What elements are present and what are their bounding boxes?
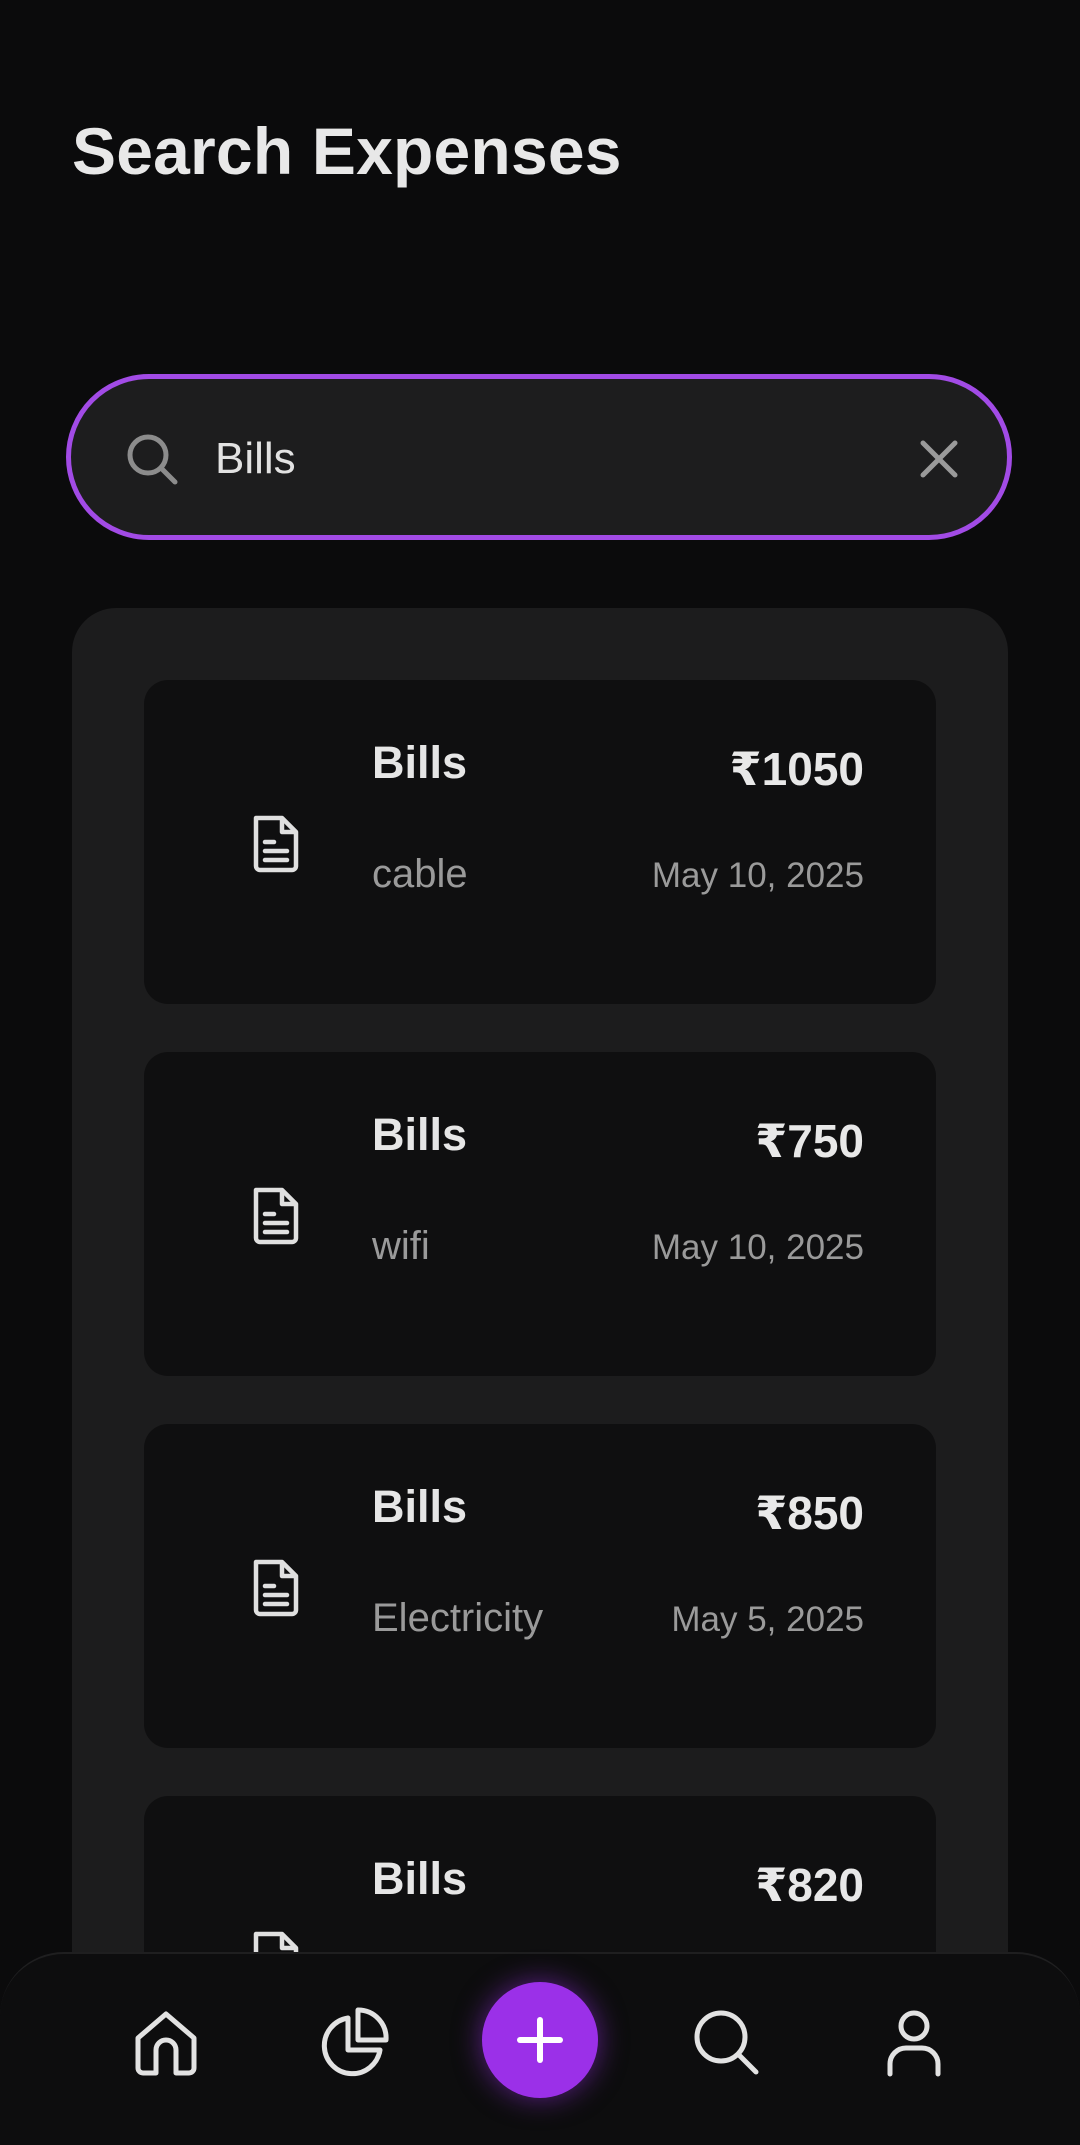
- pie-chart-icon[interactable]: [316, 2004, 392, 2080]
- document-icon: [253, 815, 299, 873]
- expense-card[interactable]: Bills ₹1050 cable May 10, 2025: [144, 680, 936, 1004]
- user-icon[interactable]: [876, 2004, 952, 2080]
- expense-amount: ₹750: [755, 1115, 864, 1167]
- expense-card[interactable]: Bills ₹850 Electricity May 5, 2025: [144, 1424, 936, 1748]
- expense-amount: ₹1050: [729, 743, 864, 795]
- expense-note: cable: [372, 852, 468, 896]
- expense-date: May 5, 2025: [671, 1600, 864, 1639]
- search-input[interactable]: [215, 419, 865, 499]
- document-icon: [253, 1187, 299, 1245]
- expense-card[interactable]: Bills ₹750 wifi May 10, 2025: [144, 1052, 936, 1376]
- expense-category: Bills: [372, 1481, 468, 1532]
- add-expense-button[interactable]: [482, 1982, 598, 2098]
- expense-date: May 10, 2025: [651, 856, 864, 895]
- expense-note: wifi: [372, 1224, 430, 1268]
- expense-category: Bills: [372, 737, 468, 788]
- plus-icon: [517, 2017, 563, 2063]
- expense-date: May 10, 2025: [651, 1228, 864, 1267]
- search-bar[interactable]: [66, 374, 1012, 540]
- search-icon: [127, 434, 178, 485]
- search-icon[interactable]: [688, 2004, 764, 2080]
- document-icon: [253, 1559, 299, 1617]
- expense-category: Bills: [372, 1109, 468, 1160]
- bottom-navigation: [0, 1952, 1080, 2145]
- expense-amount: ₹850: [755, 1487, 864, 1539]
- expense-category: Bills: [372, 1853, 468, 1904]
- expense-note: Electricity: [372, 1596, 544, 1640]
- results-list: Bills ₹1050 cable May 10, 2025 Bills ₹75…: [72, 608, 1008, 2120]
- page-title: Search Expenses: [72, 114, 622, 188]
- close-icon[interactable]: [917, 437, 961, 481]
- expense-amount: ₹820: [755, 1859, 864, 1911]
- home-icon[interactable]: [128, 2004, 204, 2080]
